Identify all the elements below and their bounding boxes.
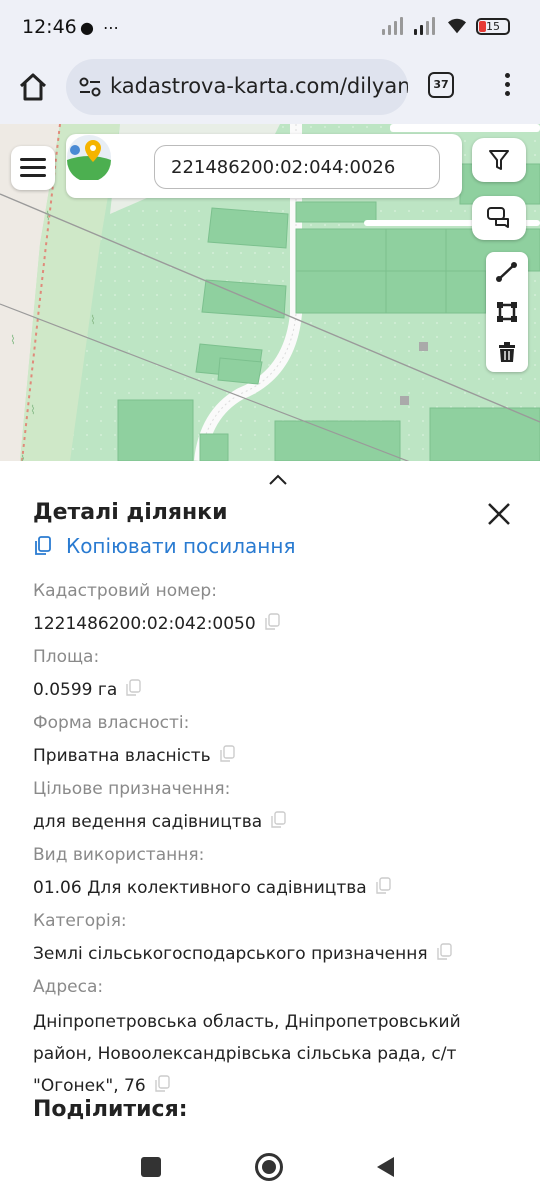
close-icon[interactable] (486, 501, 512, 527)
address-bar[interactable]: kadastrova-karta.com/dilyanka (66, 59, 408, 115)
tab-switcher-button[interactable]: 37 (428, 72, 454, 98)
svg-text:⌇: ⌇ (45, 209, 51, 223)
field-value-address: Дніпропетровська область, Дніпропетровсь… (33, 1012, 461, 1096)
parcel-details-panel: Деталі ділянки Копіювати посилання Кадас… (0, 461, 540, 1136)
home-nav-button[interactable] (255, 1153, 283, 1181)
field-value-area: 0.0599 га (33, 676, 503, 709)
battery-icon: 15 (476, 17, 510, 35)
ruler-icon[interactable] (486, 252, 528, 292)
field-label-category: Категорія: (33, 911, 127, 931)
status-bar: 12:46 ● ⋯ 15 (0, 0, 540, 56)
signal-icon (414, 17, 438, 35)
chat-icon (487, 207, 509, 228)
url-text: kadastrova-karta.com/dilyanka (110, 74, 408, 98)
field-label-usage: Вид використання: (33, 845, 205, 865)
back-icon[interactable] (374, 1155, 396, 1179)
panel-title: Деталі ділянки (33, 500, 228, 525)
share-title: Поділитися: (33, 1097, 188, 1122)
copy-icon[interactable] (264, 613, 280, 631)
status-right-icons: 15 (382, 17, 510, 35)
field-label-address: Адреса: (33, 977, 104, 997)
cadastral-map[interactable]: ⌇ ⌇ ⌇ ⌇ ⌇ (0, 124, 540, 461)
copy-icon[interactable] (436, 943, 452, 961)
svg-text:⌇: ⌇ (20, 453, 26, 461)
filter-icon (489, 150, 509, 170)
field-label-purpose: Цільове призначення: (33, 779, 231, 799)
copy-link-button[interactable]: Копіювати посилання (33, 534, 295, 558)
map-logo-icon (67, 135, 111, 180)
polygon-icon[interactable] (486, 292, 528, 332)
field-value-cadastral: 1221486200:02:042:0050 (33, 610, 503, 643)
field-value-purpose: для ведення садівництва (33, 808, 503, 841)
filter-button[interactable] (472, 138, 526, 182)
svg-text:⌇: ⌇ (90, 313, 96, 327)
svg-text:⌇: ⌇ (30, 403, 36, 417)
status-time: 12:46 (22, 16, 77, 38)
draw-toolbar (486, 252, 528, 372)
field-label-cadastral: Кадастровий номер: (33, 581, 217, 601)
parcel-fields: Кадастровий номер: 1221486200:02:042:005… (33, 577, 503, 1106)
chat-button[interactable] (472, 196, 526, 240)
browser-menu-icon[interactable] (500, 70, 514, 100)
copy-link-label: Копіювати посилання (66, 534, 296, 558)
map-search-bar (66, 134, 462, 198)
battery-level: 15 (486, 19, 500, 33)
copy-icon (35, 536, 51, 555)
browser-toolbar: kadastrova-karta.com/dilyanka 37 (0, 56, 540, 124)
copy-icon[interactable] (270, 811, 286, 829)
chevron-up-icon[interactable] (268, 473, 288, 487)
system-nav-bar (0, 1136, 540, 1200)
copy-icon[interactable] (125, 679, 141, 697)
cadastral-search-input[interactable] (154, 145, 440, 189)
copy-icon[interactable] (154, 1075, 170, 1093)
menu-button[interactable] (11, 146, 55, 190)
wifi-icon (448, 18, 466, 34)
recent-apps-button[interactable] (141, 1157, 161, 1177)
copy-icon[interactable] (375, 877, 391, 895)
notification-icons: ● ⋯ (80, 18, 122, 37)
field-label-ownership: Форма власності: (33, 713, 190, 733)
home-icon[interactable] (16, 70, 50, 104)
signal-icon (382, 17, 406, 35)
svg-text:⌇: ⌇ (10, 333, 16, 347)
site-settings-icon[interactable] (78, 76, 102, 98)
copy-icon[interactable] (219, 745, 235, 763)
field-value-ownership: Приватна власність (33, 742, 503, 775)
field-value-category: Землі сільськогосподарського призначення (33, 940, 503, 973)
field-label-area: Площа: (33, 647, 100, 667)
trash-icon[interactable] (486, 332, 528, 372)
field-value-usage: 01.06 Для колективного садівництва (33, 874, 503, 907)
